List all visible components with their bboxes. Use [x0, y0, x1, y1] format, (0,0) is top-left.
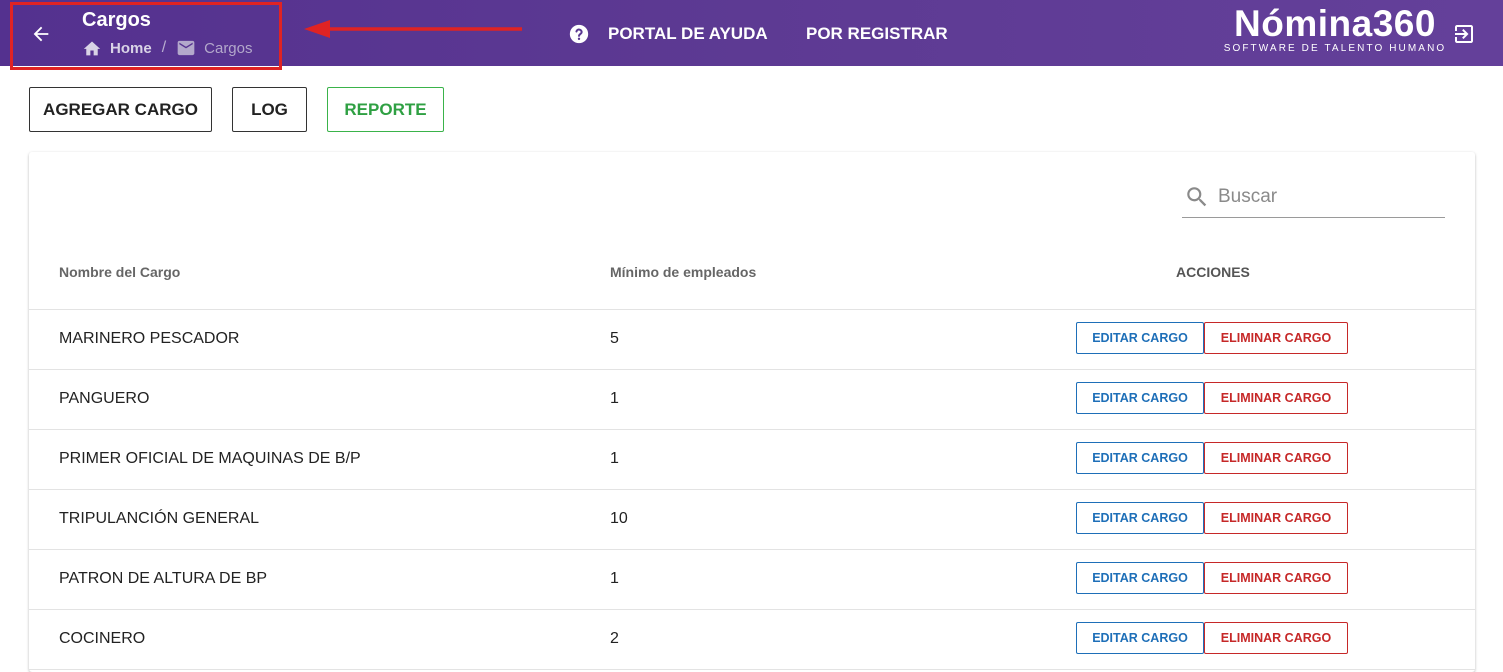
brand-name: Nómina360	[1234, 3, 1436, 44]
delete-cargo-button[interactable]: ELIMINAR CARGO	[1204, 382, 1348, 414]
edit-cargo-button[interactable]: EDITAR CARGO	[1076, 382, 1204, 414]
por-registrar-link[interactable]: POR REGISTRAR	[806, 22, 948, 46]
search-box	[1182, 176, 1445, 218]
delete-cargo-button[interactable]: ELIMINAR CARGO	[1204, 442, 1348, 474]
help-portal-label: PORTAL DE AYUDA	[608, 24, 768, 43]
min-employees: 1	[610, 570, 619, 587]
min-employees: 10	[610, 510, 628, 527]
annotation-highlight-box	[10, 2, 282, 70]
delete-cargo-button[interactable]: ELIMINAR CARGO	[1204, 502, 1348, 534]
column-header-min-employees[interactable]: Mínimo de empleados	[610, 264, 756, 280]
logout-icon	[1455, 25, 1473, 43]
cargo-name: COCINERO	[59, 630, 146, 647]
cargos-table-card: Nombre del Cargo Mínimo de empleados ACC…	[29, 152, 1475, 672]
table-row: TRIPULANCIÓN GENERAL 10 EDITAR CARGO ELI…	[29, 490, 1475, 550]
table-row: PANGUERO 1 EDITAR CARGO ELIMINAR CARGO	[29, 370, 1475, 430]
table-row: PATRON DE ALTURA DE BP 1 EDITAR CARGO EL…	[29, 550, 1475, 610]
table-row: MARINERO PESCADOR 5 EDITAR CARGO ELIMINA…	[29, 310, 1475, 370]
search-icon	[1187, 186, 1207, 206]
por-registrar-label: POR REGISTRAR	[806, 24, 948, 43]
log-button[interactable]: LOG	[232, 87, 307, 132]
edit-cargo-button[interactable]: EDITAR CARGO	[1076, 502, 1204, 534]
annotation-arrow-icon	[304, 20, 522, 38]
delete-cargo-button[interactable]: ELIMINAR CARGO	[1204, 322, 1348, 354]
add-cargo-button[interactable]: AGREGAR CARGO	[29, 87, 212, 132]
table-row: COCINERO 2 EDITAR CARGO ELIMINAR CARGO	[29, 610, 1475, 670]
cargo-name: PATRON DE ALTURA DE BP	[59, 570, 268, 587]
cargo-name: MARINERO PESCADOR	[59, 330, 240, 347]
min-employees: 5	[610, 330, 619, 347]
brand-logo: Nómina360 SOFTWARE DE TALENTO HUMANO	[1222, 3, 1448, 55]
cargo-name: TRIPULANCIÓN GENERAL	[59, 510, 260, 527]
delete-cargo-button[interactable]: ELIMINAR CARGO	[1204, 622, 1348, 654]
logout-button[interactable]	[1452, 22, 1476, 46]
edit-cargo-button[interactable]: EDITAR CARGO	[1076, 562, 1204, 594]
column-header-name[interactable]: Nombre del Cargo	[59, 264, 180, 280]
min-employees: 2	[610, 630, 619, 647]
cargo-name: PRIMER OFICIAL DE MAQUINAS DE B/P	[59, 450, 361, 467]
min-employees: 1	[610, 450, 619, 467]
table-row: PRIMER OFICIAL DE MAQUINAS DE B/P 1 EDIT…	[29, 430, 1475, 490]
edit-cargo-button[interactable]: EDITAR CARGO	[1076, 442, 1204, 474]
edit-cargo-button[interactable]: EDITAR CARGO	[1076, 322, 1204, 354]
cargo-name: PANGUERO	[59, 390, 150, 407]
column-header-actions: ACCIONES	[1176, 264, 1250, 280]
report-button[interactable]: REPORTE	[327, 87, 444, 132]
min-employees: 1	[610, 390, 619, 407]
brand-tagline: SOFTWARE DE TALENTO HUMANO	[1223, 43, 1447, 54]
help-circle-icon	[569, 24, 589, 44]
help-portal-link[interactable]: PORTAL DE AYUDA	[568, 22, 768, 46]
edit-cargo-button[interactable]: EDITAR CARGO	[1076, 622, 1204, 654]
search-input[interactable]	[1218, 185, 1438, 208]
delete-cargo-button[interactable]: ELIMINAR CARGO	[1204, 562, 1348, 594]
